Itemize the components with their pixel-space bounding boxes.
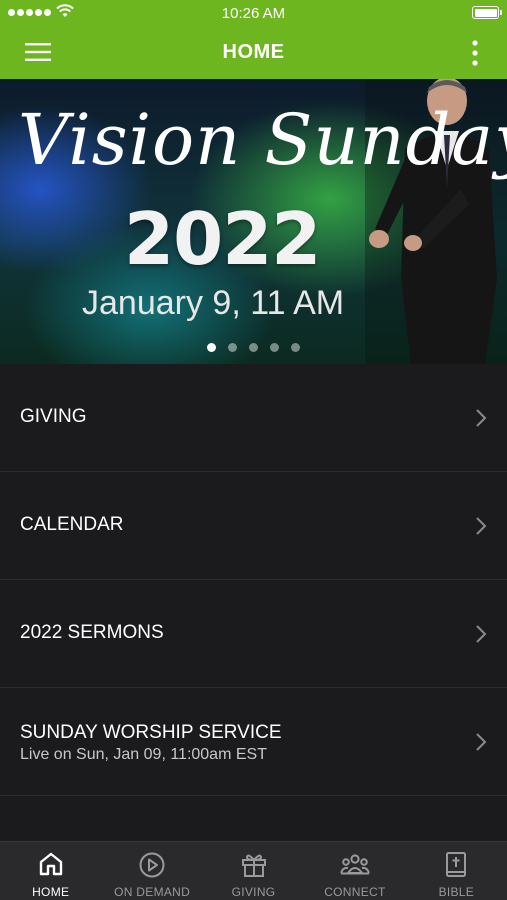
list-item-label: CALENDAR (20, 514, 124, 535)
tab-label: ON DEMAND (114, 885, 191, 899)
tab-label: GIVING (231, 885, 276, 899)
chevron-right-icon (476, 733, 487, 751)
list-item-label: SUNDAY WORSHIP SERVICE (20, 722, 282, 743)
status-time: 10:26 AM (221, 5, 286, 22)
gift-icon (241, 854, 266, 877)
play-circle-icon (139, 852, 165, 878)
hero-year: 2022 (124, 197, 321, 281)
battery-icon (472, 6, 502, 19)
carousel-dot[interactable] (270, 343, 279, 352)
tab-on-demand[interactable]: ON DEMAND (101, 842, 202, 900)
nav-bar: HOME (0, 26, 507, 79)
list-item-subtitle: Live on Sun, Jan 09, 11:00am EST (20, 746, 267, 763)
tab-bible[interactable]: BIBLE (406, 842, 507, 900)
status-bar: 10:26 AM (0, 0, 507, 26)
hero-banner[interactable]: Vision Sunday 2022 January 9, 11 AM (0, 79, 507, 364)
chevron-right-icon (476, 625, 487, 643)
tab-label: HOME (32, 885, 70, 899)
carousel-dot[interactable] (228, 343, 237, 352)
carousel-dot[interactable] (207, 343, 216, 352)
home-menu-list: GIVING CALENDAR 2022 SERMONS SUNDAY WORS… (0, 364, 507, 796)
list-item-sunday-worship-service[interactable]: SUNDAY WORSHIP SERVICE Live on Sun, Jan … (0, 688, 507, 796)
hero-title-script: Vision Sunday (18, 99, 507, 181)
people-icon (339, 854, 370, 875)
tab-giving[interactable]: GIVING (203, 842, 304, 900)
chevron-right-icon (476, 517, 487, 535)
list-item-2022-sermons[interactable]: 2022 SERMONS (0, 580, 507, 688)
carousel-dot[interactable] (249, 343, 258, 352)
page-title: HOME (222, 41, 285, 63)
more-options-icon[interactable] (469, 38, 481, 68)
carousel-dot[interactable] (291, 343, 300, 352)
tab-label: BIBLE (438, 885, 475, 899)
list-item-label: GIVING (20, 406, 87, 427)
hero-date: January 9, 11 AM (82, 284, 345, 322)
list-item-label: 2022 SERMONS (20, 622, 164, 643)
carousel-pagination (0, 343, 507, 352)
bottom-tab-bar: HOME ON DEMAND GIVING CONNECT BIBLE (0, 841, 507, 900)
home-icon (39, 852, 62, 876)
list-item-calendar[interactable]: CALENDAR (0, 472, 507, 580)
tab-home[interactable]: HOME (0, 842, 101, 900)
tab-label: CONNECT (324, 885, 386, 899)
chevron-right-icon (476, 409, 487, 427)
tab-connect[interactable]: CONNECT (304, 842, 405, 900)
list-item-giving[interactable]: GIVING (0, 364, 507, 472)
bible-icon (446, 852, 467, 877)
